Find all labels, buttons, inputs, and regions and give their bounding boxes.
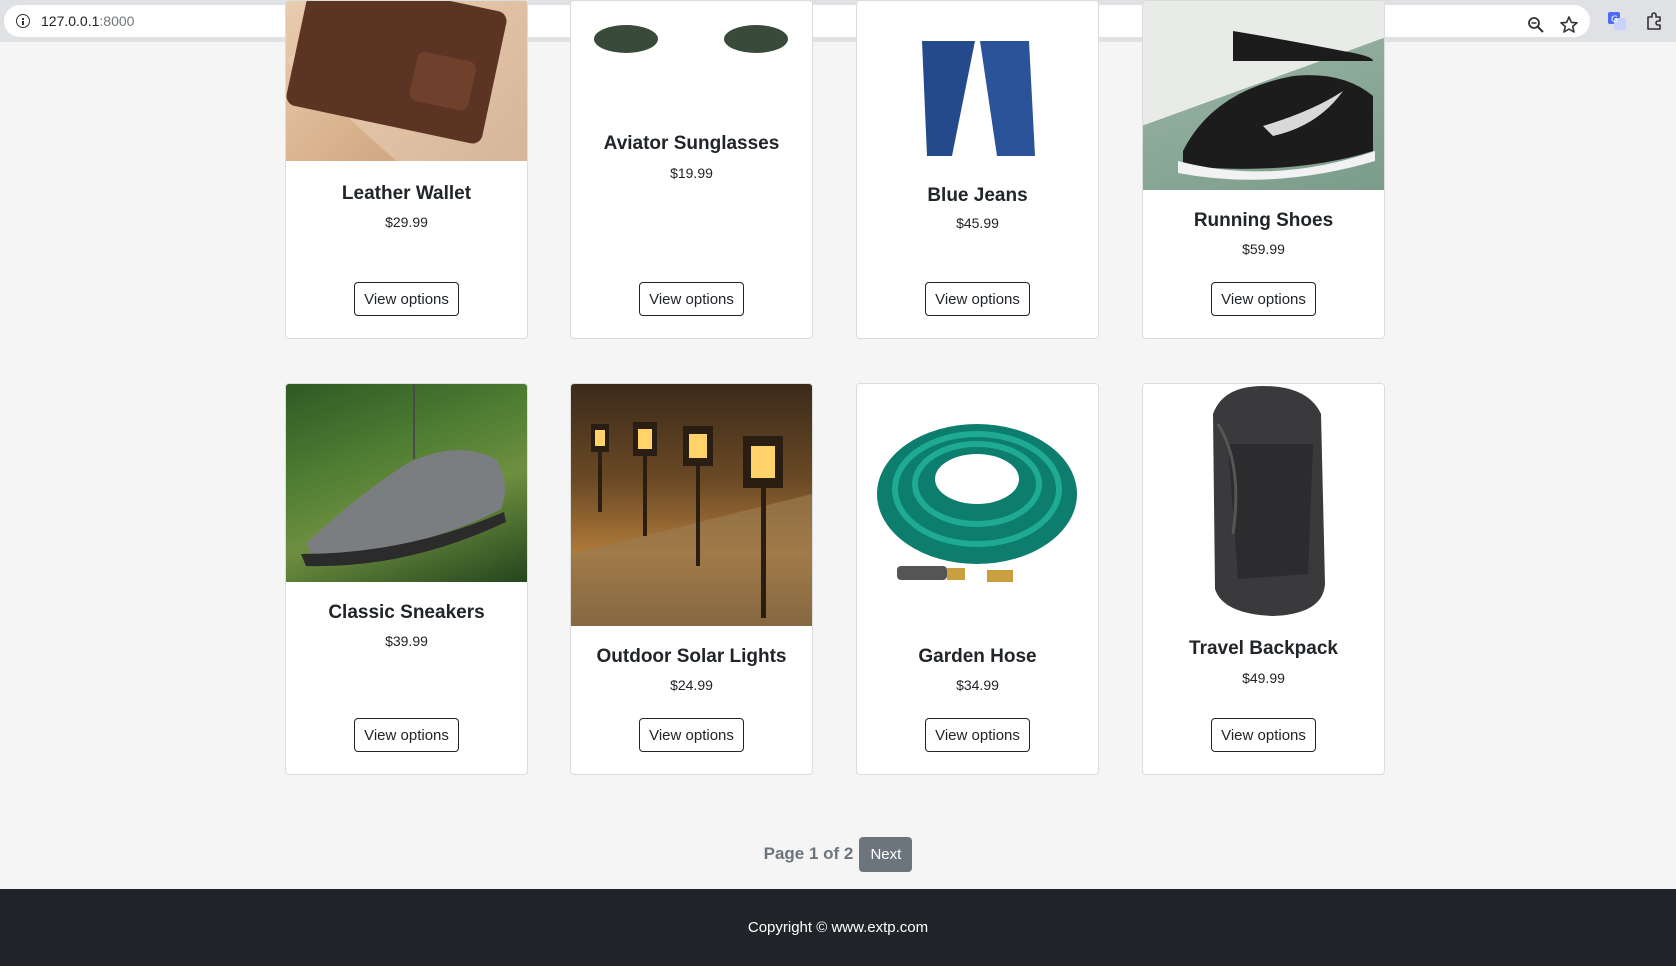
extensions-icon[interactable]	[1645, 11, 1665, 31]
leather-wallet-image	[286, 1, 527, 161]
product-name[interactable]: Blue Jeans	[857, 185, 1098, 207]
product-card: Running Shoes $59.99 View options	[1142, 0, 1385, 339]
view-options-button[interactable]: View options	[639, 282, 744, 316]
product-price: $19.99	[670, 165, 713, 181]
footer: Copyright © www.extp.com	[0, 889, 1676, 966]
view-options-button[interactable]: View options	[925, 282, 1030, 316]
view-options-button[interactable]: View options	[354, 282, 459, 316]
product-card: Travel Backpack $49.99 View options	[1142, 383, 1385, 775]
blue-jeans-image	[857, 1, 1098, 161]
product-name[interactable]: Leather Wallet	[286, 183, 527, 205]
pagination: Page 1 of 2 Next	[0, 836, 1676, 872]
product-name[interactable]: Running Shoes	[1143, 210, 1384, 232]
view-options-button[interactable]: View options	[639, 718, 744, 752]
view-options-button[interactable]: View options	[354, 718, 459, 752]
product-price: $45.99	[956, 215, 999, 231]
product-card: Classic Sneakers $39.99 View options	[285, 383, 528, 775]
view-options-button[interactable]: View options	[1211, 718, 1316, 752]
product-price: $24.99	[670, 677, 713, 693]
svg-text:G: G	[1611, 15, 1618, 25]
product-price: $34.99	[956, 677, 999, 693]
next-page-button[interactable]: Next	[859, 836, 913, 872]
zoom-icon[interactable]	[1526, 15, 1546, 35]
translate-icon[interactable]: G	[1607, 11, 1627, 31]
product-name[interactable]: Aviator Sunglasses	[571, 133, 812, 155]
classic-sneakers-image	[286, 384, 527, 582]
product-card: Leather Wallet $29.99 View options	[285, 0, 528, 339]
product-price: $59.99	[1242, 241, 1285, 257]
product-name[interactable]: Travel Backpack	[1143, 638, 1384, 660]
copyright-text: Copyright © www.extp.com	[747, 919, 929, 936]
info-icon[interactable]	[16, 14, 30, 28]
page-indicator: Page 1 of 2	[763, 844, 854, 863]
view-options-button[interactable]: View options	[925, 718, 1030, 752]
url-text[interactable]: 127.0.0.1:8000	[41, 13, 134, 29]
product-price: $49.99	[1242, 670, 1285, 686]
product-price: $39.99	[385, 633, 428, 649]
product-card: Blue Jeans $45.99 View options	[856, 0, 1099, 339]
product-name[interactable]: Garden Hose	[857, 646, 1098, 668]
product-price: $29.99	[385, 214, 428, 230]
travel-backpack-image	[1143, 384, 1384, 618]
garden-hose-image	[857, 384, 1098, 626]
aviator-sunglasses-image	[571, 1, 812, 61]
product-card: Garden Hose $34.99 View options	[856, 383, 1099, 775]
product-name[interactable]: Classic Sneakers	[286, 602, 527, 624]
product-name[interactable]: Outdoor Solar Lights	[571, 646, 812, 668]
view-options-button[interactable]: View options	[1211, 282, 1316, 316]
browser-toolbar: 127.0.0.1:8000 G	[0, 0, 1676, 42]
bookmark-star-icon[interactable]	[1559, 15, 1579, 35]
product-card: Outdoor Solar Lights $24.99 View options	[570, 383, 813, 775]
product-card: Aviator Sunglasses $19.99 View options	[570, 0, 813, 339]
running-shoes-image	[1143, 1, 1384, 190]
solar-lights-image	[571, 384, 812, 626]
